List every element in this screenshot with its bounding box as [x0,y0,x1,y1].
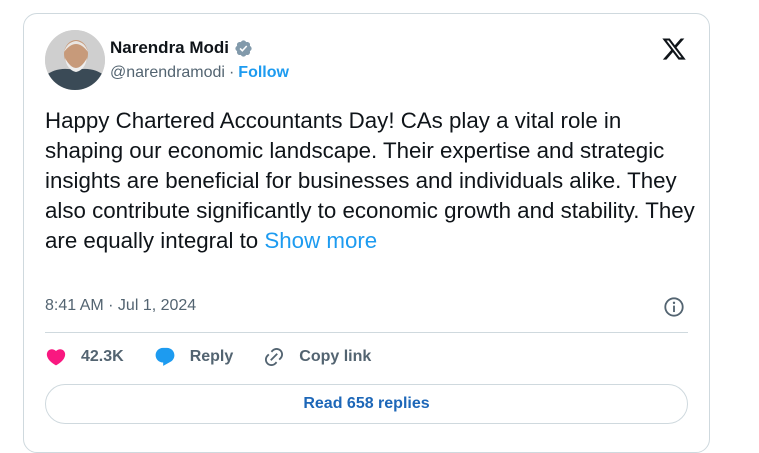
handle-row: @narendramodi · Follow [110,64,289,82]
tweet-text: Happy Chartered Accountants Day! CAs pla… [45,106,695,256]
separator: · [228,64,235,81]
like-button[interactable]: 42.3K [45,346,124,368]
author-handle[interactable]: @narendramodi [110,64,225,82]
copy-link-button[interactable]: Copy link [263,346,371,368]
author-name[interactable]: Narendra Modi [110,38,229,58]
copy-link-label: Copy link [299,348,372,365]
action-bar: 42.3K Reply Copy link [45,346,371,368]
avatar[interactable] [45,30,105,90]
like-count: 42.3K [81,348,124,365]
follow-button[interactable]: Follow [238,64,289,82]
timestamp[interactable]: 8:41 AM · Jul 1, 2024 [45,297,196,315]
author-row: Narendra Modi [110,38,253,58]
reply-label: Reply [189,348,234,365]
speech-bubble-icon [155,347,175,366]
divider [45,332,688,333]
reply-button[interactable]: Reply [154,346,234,368]
tweet-card: Narendra Modi @narendramodi · Follow Hap… [23,13,710,453]
x-logo-icon[interactable] [661,36,687,62]
info-icon[interactable] [663,296,685,318]
verified-badge-icon [235,39,252,57]
show-more-link[interactable]: Show more [264,228,377,253]
read-replies-button[interactable]: Read 658 replies [45,384,688,424]
heart-icon [46,349,66,366]
link-icon [265,347,284,367]
